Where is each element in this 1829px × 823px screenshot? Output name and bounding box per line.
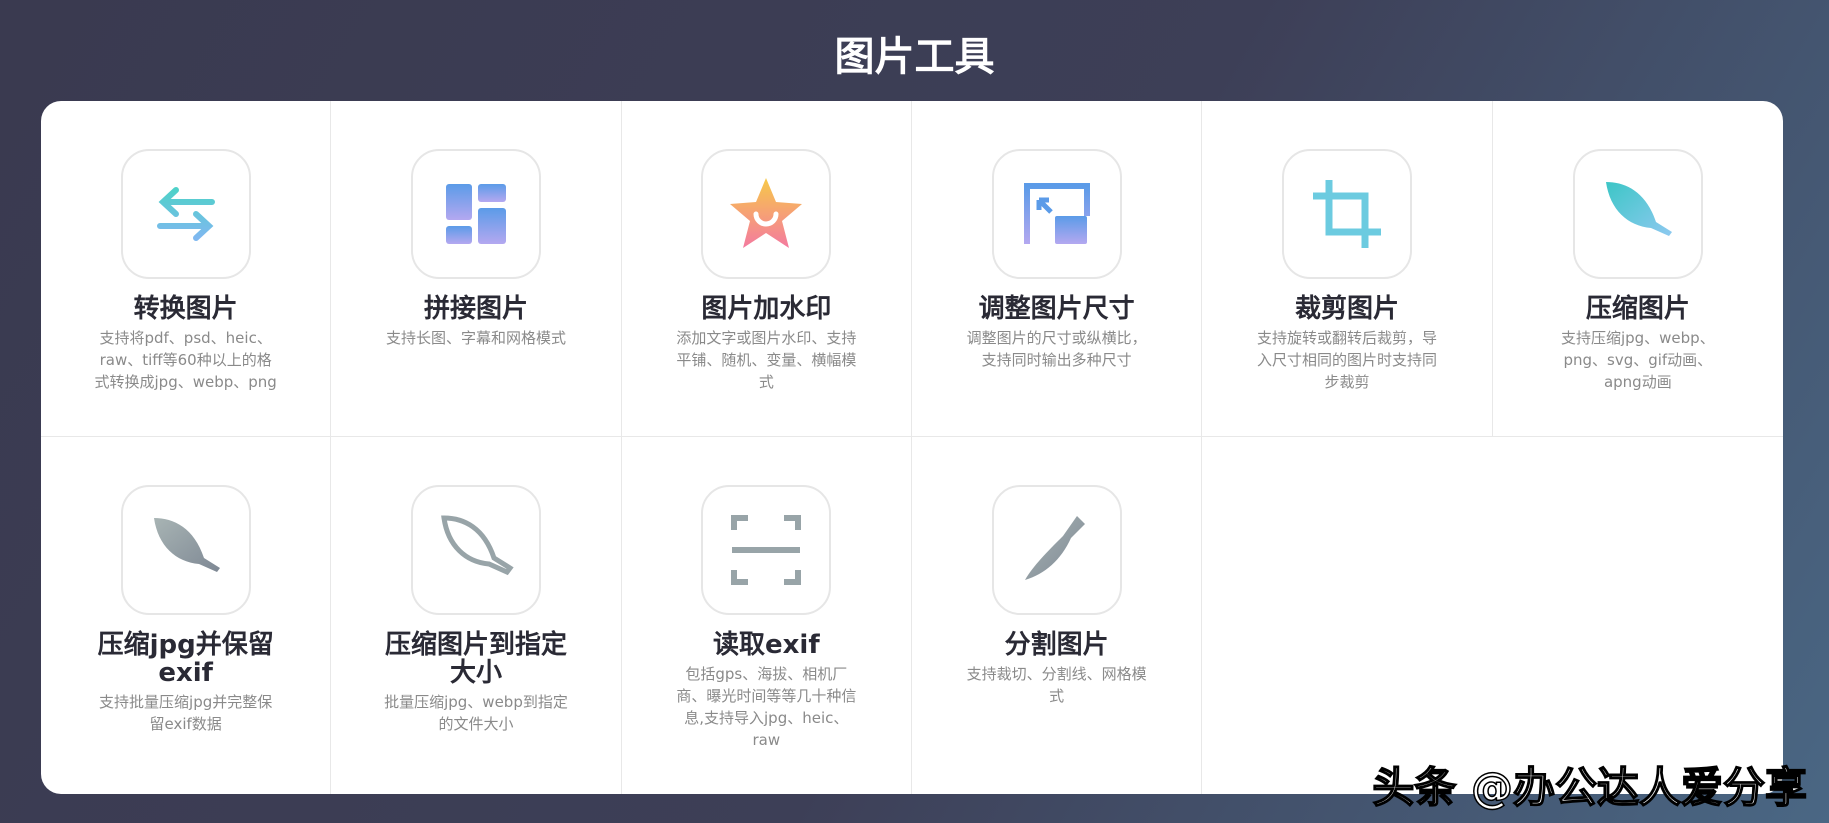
tool-desc: 支持压缩jpg、webp、png、svg、gif动画、apng动画: [1560, 329, 1715, 391]
scan-icon: [701, 485, 832, 615]
crop-icon: [1281, 149, 1412, 279]
tool-card-crop[interactable]: 裁剪图片 支持旋转或翻转后裁剪，导入尺寸相同的图片时支持同步裁剪: [1202, 101, 1493, 437]
tool-name: 图片加水印: [701, 294, 832, 324]
tool-desc: 添加文字或图片水印、支持平铺、随机、变量、横幅模式: [676, 329, 857, 391]
tool-card-stitch[interactable]: 拼接图片 支持长图、字幕和网格模式: [331, 101, 622, 437]
tool-card-split[interactable]: 分割图片 支持裁切、分割线、网格模式: [912, 437, 1203, 794]
tool-desc: 支持裁切、分割线、网格模式: [966, 665, 1147, 705]
tool-desc: 调整图片的尺寸或纵横比，支持同时输出多种尺寸: [966, 329, 1147, 369]
tool-name: 裁剪图片: [1294, 294, 1399, 324]
feather-icon: [1572, 149, 1703, 279]
page-title: 图片工具: [834, 34, 995, 80]
empty-cell: [1202, 437, 1492, 794]
knife-icon: [991, 485, 1122, 615]
tool-name: 拼接图片: [423, 294, 528, 324]
tool-name: 读取exif: [713, 630, 820, 660]
layout-grid-icon: [410, 149, 541, 279]
tool-card-watermark[interactable]: 图片加水印 添加文字或图片水印、支持平铺、随机、变量、横幅模式: [621, 101, 912, 437]
tool-name: 转换图片: [133, 294, 238, 324]
resize-icon: [991, 149, 1122, 279]
tool-desc: 支持将pdf、psd、heic、raw、tiff等60种以上的格式转换成jpg、…: [94, 329, 277, 391]
tool-name: 调整图片尺寸: [978, 294, 1135, 324]
tool-name: 压缩jpg并保留exif: [97, 630, 274, 688]
tool-card-compress[interactable]: 压缩图片 支持压缩jpg、webp、png、svg、gif动画、apng动画: [1492, 101, 1783, 437]
star-icon: [701, 149, 832, 279]
tool-card-convert[interactable]: 转换图片 支持将pdf、psd、heic、raw、tiff等60种以上的格式转换…: [41, 101, 332, 437]
empty-cell: [1493, 437, 1783, 794]
tool-card-compress-size[interactable]: 压缩图片到指定大小 批量压缩jpg、webp到指定的文件大小: [331, 437, 622, 794]
convert-arrows-icon: [120, 149, 251, 279]
feather-icon: [120, 485, 251, 615]
tool-desc: 支持长图、字幕和网格模式: [385, 329, 566, 347]
tool-card-exif[interactable]: 读取exif 包括gps、海拔、相机厂商、曝光时间等等几十种信息,支持导入jpg…: [622, 437, 912, 794]
tool-card-compress-exif[interactable]: 压缩jpg并保留exif 支持批量压缩jpg并完整保留exif数据: [41, 437, 332, 794]
watermark: 头条 @办公达人爱分享: [1372, 762, 1808, 813]
tool-name: 压缩图片到指定大小: [384, 630, 567, 688]
tool-desc: 批量压缩jpg、webp到指定的文件大小: [384, 693, 568, 733]
tool-name: 压缩图片: [1585, 294, 1690, 324]
tool-desc: 包括gps、海拔、相机厂商、曝光时间等等几十种信息,支持导入jpg、heic、r…: [676, 665, 857, 749]
tool-desc: 支持旋转或翻转后裁剪，导入尺寸相同的图片时支持同步裁剪: [1256, 329, 1437, 391]
tool-card-resize[interactable]: 调整图片尺寸 调整图片的尺寸或纵横比，支持同时输出多种尺寸: [912, 101, 1203, 437]
tools-panel: 转换图片 支持将pdf、psd、heic、raw、tiff等60种以上的格式转换…: [41, 101, 1783, 794]
tool-desc: 支持批量压缩jpg并完整保留exif数据: [99, 693, 273, 733]
feather-outline-icon: [410, 485, 541, 615]
tool-name: 分割图片: [1004, 630, 1109, 660]
